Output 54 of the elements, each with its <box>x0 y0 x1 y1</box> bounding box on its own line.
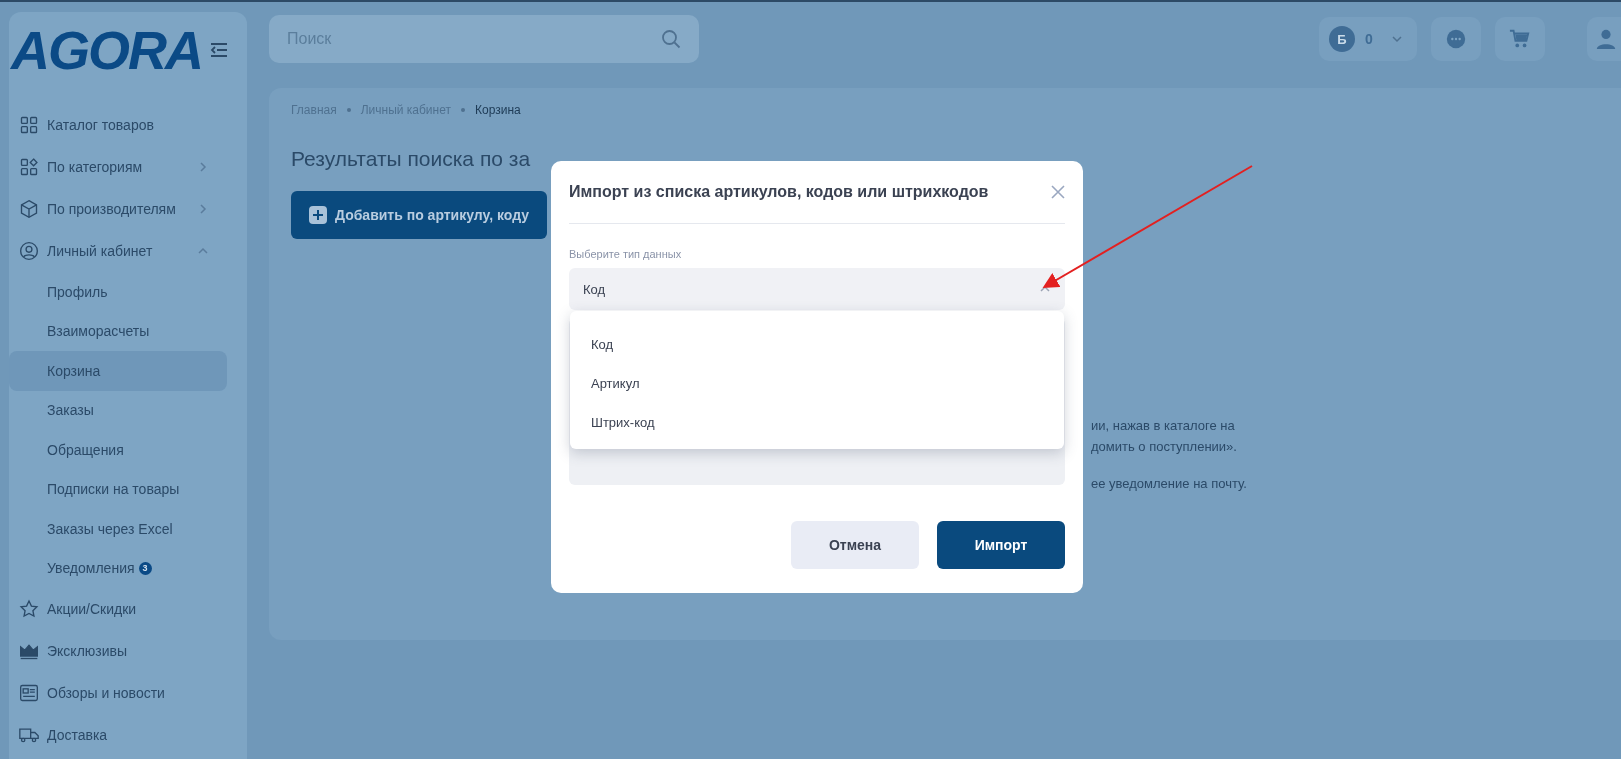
search-icon <box>661 29 681 49</box>
cart-icon <box>1509 28 1531 50</box>
dropdown-option[interactable]: Артикул <box>570 364 1064 403</box>
import-button[interactable]: Импорт <box>937 521 1065 569</box>
data-type-select[interactable]: Код <box>569 268 1065 310</box>
user-icon <box>1595 28 1617 50</box>
dropdown-option[interactable]: Штрих-код <box>570 403 1064 442</box>
news-icon <box>19 683 39 703</box>
balance-dropdown[interactable]: Б 0 <box>1319 17 1417 61</box>
chat-button[interactable] <box>1431 17 1481 61</box>
notification-badge: 3 <box>138 561 152 575</box>
sidebar-subitem[interactable]: Заказы через Excel <box>9 509 227 549</box>
sidebar-subitem[interactable]: Обращения <box>9 430 227 470</box>
info-text: ии, нажав в каталоге на <box>1091 418 1236 433</box>
dialog-title: Импорт из списка артикулов, кодов или штрихкодов <box>569 183 989 201</box>
breadcrumb-link[interactable]: Корзина <box>474 103 521 117</box>
sidebar-item[interactable]: По производителям <box>9 188 227 230</box>
chevron-down-icon <box>1391 33 1403 45</box>
logo[interactable]: AGORA <box>11 19 202 81</box>
close-icon[interactable] <box>1051 185 1065 199</box>
sidebar-item[interactable]: Доставка <box>9 714 227 756</box>
plus-icon <box>309 206 327 224</box>
sidebar-subitem[interactable]: Профиль <box>9 272 227 312</box>
field-label: Выберите тип данных <box>569 248 683 260</box>
balance-value: 0 <box>1365 31 1374 47</box>
sidebar-subitem[interactable]: Корзина <box>9 351 227 391</box>
profile-button[interactable] <box>1587 17 1621 61</box>
breadcrumb-separator <box>460 108 465 112</box>
sidebar-item[interactable]: По категориям <box>9 146 227 188</box>
chat-icon <box>1445 28 1467 50</box>
breadcrumb-separator <box>346 108 351 112</box>
sidebar-item[interactable]: Каталог товаров <box>9 104 227 146</box>
sidebar-subitem[interactable]: Уведомления 3 <box>9 548 227 588</box>
grid-icon <box>19 115 39 135</box>
add-by-code-button[interactable]: Добавить по артикулу, коду <box>291 191 548 239</box>
info-text: домить о поступлении». <box>1091 439 1238 454</box>
balance-badge: Б <box>1329 26 1355 52</box>
categories-icon <box>19 157 39 177</box>
cart-button[interactable] <box>1495 17 1545 61</box>
dropdown-option[interactable]: Код <box>570 325 1064 364</box>
box-icon <box>19 199 39 219</box>
sidebar-item[interactable]: Личный кабинет <box>9 230 227 272</box>
sidebar-item[interactable]: Обзоры и новости <box>9 672 227 714</box>
page-heading: Результаты поиска по за <box>291 147 532 171</box>
cancel-button[interactable]: Отмена <box>791 521 919 569</box>
sidebar-item[interactable]: Акции/Скидки <box>9 588 227 630</box>
collapse-menu-icon[interactable] <box>209 42 229 58</box>
info-text: ее уведомление на почту. <box>1091 476 1247 491</box>
user-circle-icon <box>19 241 39 261</box>
sidebar-subitem[interactable]: Подписки на товары <box>9 469 227 509</box>
sidebar-subitem[interactable]: Взаиморасчеты <box>9 311 227 351</box>
star-icon <box>19 599 39 619</box>
sidebar-item[interactable]: Эксклюзивы <box>9 630 227 672</box>
sidebar-subitem[interactable]: Заказы <box>9 390 227 430</box>
